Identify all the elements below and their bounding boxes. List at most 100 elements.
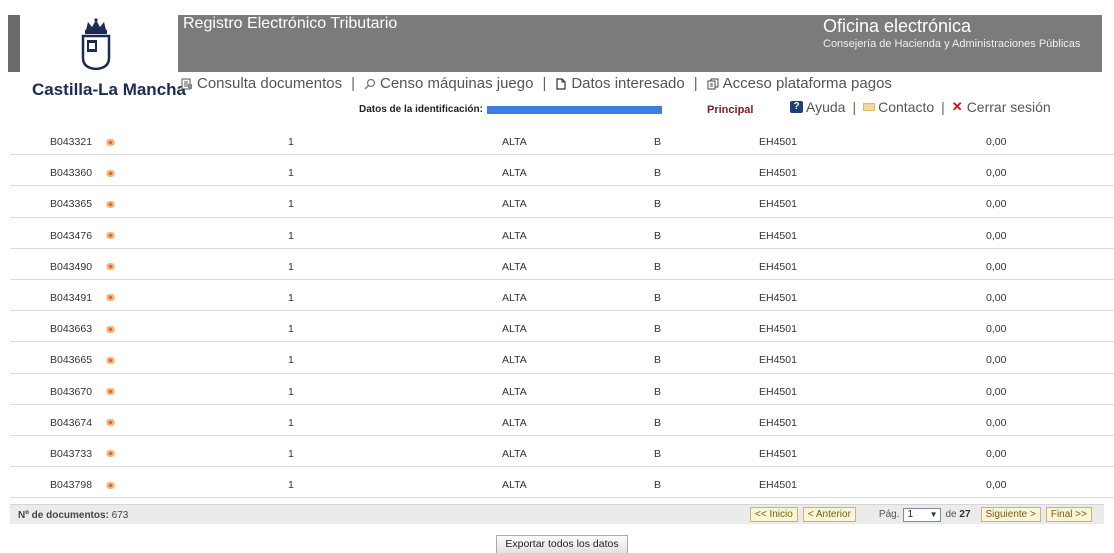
magnifier-icon bbox=[364, 78, 376, 89]
page-select[interactable]: 1 ▼ bbox=[903, 507, 942, 522]
cell-state: ALTA bbox=[502, 354, 527, 367]
of-label: de bbox=[945, 509, 957, 520]
cell-code: EH4501 bbox=[759, 229, 797, 242]
cell-quantity: 1 bbox=[288, 479, 294, 492]
cell-state: ALTA bbox=[502, 291, 527, 304]
nav-consulta-documentos[interactable]: Consulta documentos bbox=[181, 75, 342, 92]
cell-state: ALTA bbox=[502, 447, 527, 460]
last-page-button[interactable]: Final >> bbox=[1045, 507, 1092, 522]
table-row: B043663 1 ALTA B EH4501 0,00 bbox=[10, 311, 1114, 343]
cell-amount: 0,00 bbox=[986, 291, 1007, 304]
cell-state: ALTA bbox=[502, 323, 527, 336]
table-footer: Nº de documentos: 673 << Inicio < Anteri… bbox=[10, 504, 1104, 524]
cell-type: B bbox=[654, 479, 662, 492]
cell-code: EH4501 bbox=[759, 323, 797, 336]
document-id: B043798 bbox=[50, 479, 93, 492]
table-row: B043476 1 ALTA B EH4501 0,00 bbox=[10, 218, 1114, 249]
cell-type: B bbox=[654, 416, 662, 429]
cell-quantity: 1 bbox=[288, 323, 294, 336]
office-title: Oficina electrónica bbox=[823, 16, 972, 36]
eye-icon[interactable] bbox=[105, 169, 117, 177]
cell-code: EH4501 bbox=[759, 385, 797, 398]
help-icon[interactable]: ? bbox=[790, 101, 803, 113]
table-row: B043798 1 ALTA B EH4501 0,00 bbox=[10, 467, 1114, 499]
contact-link[interactable]: Contacto bbox=[878, 99, 934, 115]
cell-quantity: 1 bbox=[288, 447, 294, 460]
eye-icon[interactable] bbox=[105, 419, 117, 427]
cell-type: B bbox=[654, 447, 662, 460]
logo[interactable]: Castilla-La Mancha bbox=[22, 10, 186, 110]
cell-state: ALTA bbox=[502, 136, 527, 148]
nav-censo-maquinas[interactable]: Censo máquinas juego bbox=[364, 75, 533, 92]
cell-amount: 0,00 bbox=[986, 260, 1007, 273]
previous-page-button[interactable]: < Anterior bbox=[802, 507, 856, 522]
cell-quantity: 1 bbox=[288, 416, 294, 429]
document-id: B043674 bbox=[50, 416, 93, 429]
page-label: Pág. bbox=[878, 509, 900, 520]
close-icon[interactable]: ✕ bbox=[952, 99, 963, 115]
cell-type: B bbox=[654, 260, 662, 273]
cell-code: EH4501 bbox=[759, 136, 797, 148]
table-row: B043733 1 ALTA B EH4501 0,00 bbox=[10, 436, 1114, 468]
cell-quantity: 1 bbox=[288, 354, 294, 367]
eye-icon[interactable] bbox=[105, 325, 117, 333]
mail-icon[interactable] bbox=[863, 103, 876, 111]
document-id: B043360 bbox=[50, 167, 93, 180]
cell-quantity: 1 bbox=[288, 291, 294, 304]
table-row: B043491 1 ALTA B EH4501 0,00 bbox=[10, 280, 1114, 312]
eye-icon[interactable] bbox=[105, 294, 117, 302]
document-id: B043476 bbox=[50, 229, 93, 242]
table-row: B043674 1 ALTA B EH4501 0,00 bbox=[10, 405, 1114, 436]
table-row: B043360 1 ALTA B EH4501 0,00 bbox=[10, 155, 1114, 187]
identification-label: Datos de la identificación: bbox=[359, 104, 483, 115]
cell-type: B bbox=[654, 167, 662, 180]
cell-amount: 0,00 bbox=[986, 385, 1007, 398]
cell-type: B bbox=[654, 385, 662, 398]
document-id: B043491 bbox=[50, 291, 93, 304]
eye-icon[interactable] bbox=[105, 138, 117, 146]
document-count-value: 673 bbox=[111, 510, 129, 521]
nav-datos-interesado[interactable]: Datos interesado bbox=[555, 75, 685, 92]
cell-amount: 0,00 bbox=[986, 136, 1007, 148]
office-subtitle: Consejería de Hacienda y Administracione… bbox=[823, 38, 1081, 50]
table-row: B043365 1 ALTA B EH4501 0,00 bbox=[10, 186, 1114, 218]
nav-separator: | bbox=[693, 75, 698, 92]
cell-state: ALTA bbox=[502, 260, 527, 273]
first-page-button[interactable]: << Inicio bbox=[750, 507, 798, 522]
nav-acceso-plataforma-pagos[interactable]: Acceso plataforma pagos bbox=[707, 75, 892, 92]
help-link[interactable]: Ayuda bbox=[806, 99, 845, 115]
eye-icon[interactable] bbox=[105, 232, 117, 240]
document-count-label: Nº de documentos: bbox=[18, 510, 109, 521]
export-all-button[interactable]: Exportar todos los datos bbox=[496, 535, 628, 553]
table-row: B043665 1 ALTA B EH4501 0,00 bbox=[10, 342, 1114, 374]
page-select-value: 1 bbox=[907, 509, 914, 520]
table-row: B043321 1 ALTA B EH4501 0,00 bbox=[10, 124, 1114, 156]
eye-icon[interactable] bbox=[105, 388, 117, 395]
chevron-down-icon: ▼ bbox=[929, 510, 938, 519]
cell-quantity: 1 bbox=[288, 167, 294, 180]
document-id: B043490 bbox=[50, 260, 93, 273]
cell-amount: 0,00 bbox=[986, 167, 1007, 180]
cell-state: ALTA bbox=[502, 198, 527, 211]
eye-icon[interactable] bbox=[105, 450, 117, 458]
cell-state: ALTA bbox=[502, 167, 527, 180]
cell-state: ALTA bbox=[502, 416, 527, 429]
brand-name: Castilla-La Mancha bbox=[32, 80, 186, 99]
logout-link[interactable]: Cerrar sesión bbox=[967, 99, 1051, 115]
principal-link[interactable]: Principal bbox=[707, 104, 753, 116]
nav-label: Datos interesado bbox=[571, 75, 685, 92]
document-id: B043670 bbox=[50, 385, 93, 398]
cell-type: B bbox=[654, 291, 662, 304]
cell-amount: 0,00 bbox=[986, 479, 1007, 492]
eye-icon[interactable] bbox=[105, 481, 117, 489]
cell-type: B bbox=[654, 354, 662, 367]
cell-amount: 0,00 bbox=[986, 229, 1007, 242]
next-page-button[interactable]: Siguiente > bbox=[980, 507, 1041, 522]
eye-icon[interactable] bbox=[105, 263, 117, 271]
nav-label: Censo máquinas juego bbox=[380, 75, 534, 92]
eye-icon[interactable] bbox=[105, 356, 117, 364]
cell-type: B bbox=[654, 229, 662, 242]
redacted-identifier bbox=[486, 105, 662, 114]
eye-icon[interactable] bbox=[105, 200, 117, 208]
cell-code: EH4501 bbox=[759, 198, 797, 211]
